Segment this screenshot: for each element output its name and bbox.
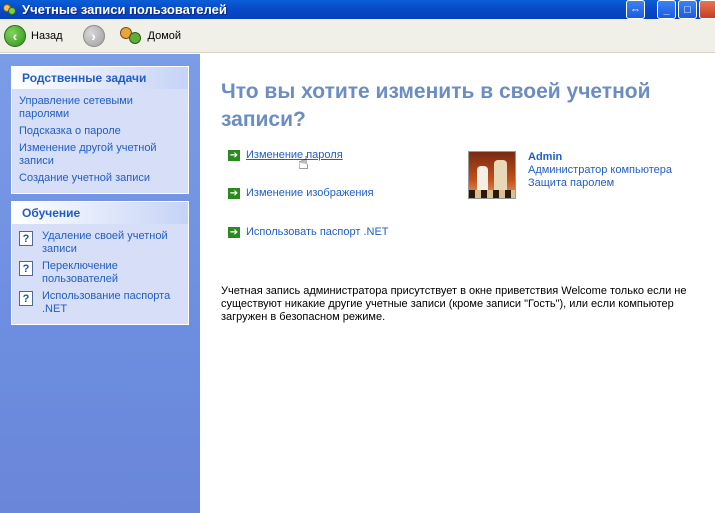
use-net-passport-link[interactable]: ➔ Использовать паспорт .NET (228, 226, 389, 238)
back-button[interactable]: ‹ Назад (4, 24, 63, 47)
user-name: Admin (528, 151, 563, 163)
forward-button[interactable]: › (69, 24, 105, 47)
sidebar: Родственные задачи Управление сетевыми п… (0, 54, 200, 513)
green-arrow-icon: ➔ (228, 187, 240, 199)
task-manage-network-passwords[interactable]: Управление сетевыми паролями (19, 95, 182, 121)
page-title: Что вы хотите изменить в своей учетной з… (221, 80, 651, 131)
back-arrow-icon: ‹ (4, 24, 26, 47)
maximize-button[interactable]: □ (678, 0, 697, 19)
related-tasks-header[interactable]: Родственные задачи (12, 67, 188, 89)
related-tasks-panel: Родственные задачи Управление сетевыми п… (11, 66, 189, 194)
close-button[interactable] (699, 0, 715, 19)
change-picture-link[interactable]: ➔ Изменение изображения (228, 187, 374, 199)
change-password-link[interactable]: ➔ Изменение пароля (228, 149, 343, 161)
users-home-icon (119, 25, 143, 47)
learn-header[interactable]: Обучение (12, 202, 188, 224)
help-icon: ? (19, 291, 33, 306)
task-change-other-account[interactable]: Изменение другой учетной записи (19, 142, 182, 168)
user-accounts-icon (3, 3, 17, 17)
back-label: Назад (31, 29, 63, 42)
help-icon: ? (19, 261, 33, 276)
task-create-account[interactable]: Создание учетной записи (19, 172, 182, 185)
avatar[interactable] (468, 151, 516, 199)
learn-item-delete-account[interactable]: ? Удаление своей учетной записи (19, 230, 182, 256)
user-card: Admin Администратор компьютера Защита па… (468, 151, 672, 199)
window-controls: ⇔ _ □ (626, 0, 715, 19)
learn-panel: Обучение ? Удаление своей учетной записи… (11, 201, 189, 325)
task-password-hint[interactable]: Подсказка о пароле (19, 125, 182, 138)
window-title: Учетные записи пользователей (22, 2, 227, 17)
learn-item-net-passport[interactable]: ? Использование паспорта .NET (19, 290, 182, 316)
learn-item-switch-users[interactable]: ? Переключение пользователей (19, 260, 182, 286)
hand-cursor-icon: ☝ (298, 153, 309, 173)
help-icon: ? (19, 231, 33, 246)
toolbar: ‹ Назад › Домой (0, 19, 715, 53)
green-arrow-icon: ➔ (228, 226, 240, 238)
minimize-button[interactable]: _ (657, 0, 676, 19)
home-label: Домой (147, 29, 182, 42)
user-status: Защита паролем (528, 177, 615, 189)
admin-note: Учетная запись администратора присутству… (221, 285, 687, 323)
restore-arrows-icon[interactable]: ⇔ (626, 0, 645, 19)
main-content: Что вы хотите изменить в своей учетной з… (200, 54, 715, 513)
green-arrow-icon: ➔ (228, 149, 240, 161)
home-button[interactable]: Домой (111, 25, 182, 47)
forward-arrow-icon: › (82, 24, 105, 47)
title-bar: Учетные записи пользователей ⇔ _ □ (0, 0, 715, 19)
user-role: Администратор компьютера (528, 164, 672, 176)
